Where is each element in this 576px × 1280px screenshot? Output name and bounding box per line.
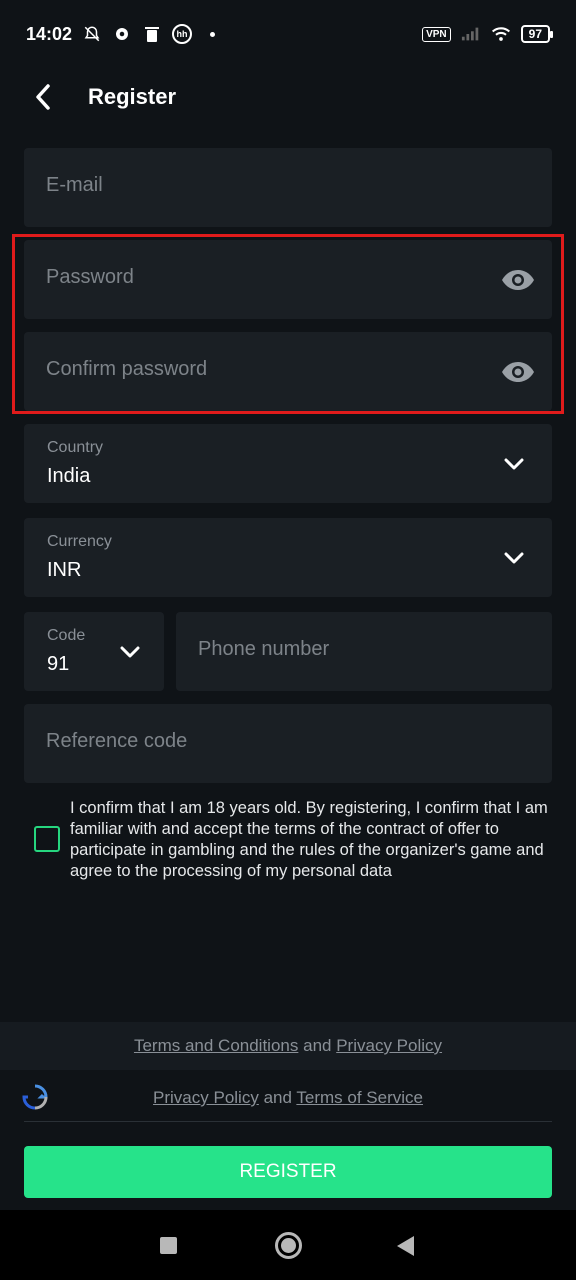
recents-button[interactable] [160,1237,177,1254]
reference-code-field[interactable]: Reference code [24,704,552,783]
back-button[interactable] [26,80,60,114]
show-password-button[interactable] [500,264,536,296]
chevron-down-icon [502,452,526,476]
age-consent-text: I confirm that I am 18 years old. By reg… [70,799,548,880]
age-consent-checkbox[interactable] [34,826,60,852]
password-field[interactable]: Password [24,240,552,319]
privacy-link[interactable]: Privacy Policy [336,1036,442,1055]
code-value: 91 [47,653,70,675]
register-button[interactable]: REGISTER [24,1146,552,1198]
terms-link[interactable]: Terms and Conditions [134,1036,298,1055]
country-select[interactable]: Country India [24,424,552,503]
eye-icon [502,270,534,290]
password-placeholder: Password [46,266,134,288]
currency-value: INR [47,559,82,581]
vpn-icon: VPN [422,26,451,42]
eye-icon [502,362,534,382]
recaptcha-footer: Privacy Policy and Terms of Service [0,1074,576,1122]
notification-dot-icon [210,31,216,37]
system-nav-bar [0,1210,576,1280]
currency-label: Currency [47,533,112,550]
phone-placeholder: Phone number [198,638,330,660]
gear-badge-icon [112,24,132,44]
app-header: Register [0,68,576,126]
status-bar: 14:02 hh VPN 97 [0,0,576,68]
email-placeholder: E-mail [46,174,103,196]
page-title: Register [88,84,177,109]
code-label: Code [47,627,86,644]
and-text: and [303,1036,332,1055]
muted-bell-icon [82,24,102,44]
show-confirm-password-button[interactable] [500,356,536,388]
confirm-password-placeholder: Confirm password [46,358,208,380]
hh-icon: hh [172,24,193,44]
email-field[interactable]: E-mail [24,148,552,227]
and-text: and [263,1088,292,1107]
chevron-down-icon [502,546,526,570]
currency-select[interactable]: Currency INR [24,518,552,597]
reference-placeholder: Reference code [46,730,188,752]
status-time: 14:02 [26,23,73,44]
system-back-button[interactable] [397,1236,414,1256]
back-arrow-icon [36,84,50,110]
wifi-icon [491,24,511,44]
country-label: Country [47,439,104,456]
country-value: India [47,465,91,487]
battery-icon: 97 [520,25,554,43]
home-button[interactable] [275,1232,302,1259]
footer-divider [24,1121,552,1122]
recaptcha-privacy-link[interactable]: Privacy Policy [153,1088,259,1107]
chevron-down-icon [118,640,142,664]
phone-code-select[interactable]: Code 91 [24,612,164,691]
trash-icon [142,24,162,44]
confirm-password-field[interactable]: Confirm password [24,332,552,411]
terms-footer: Terms and Conditions and Privacy Policy [0,1022,576,1070]
signal-icon [461,24,481,44]
phone-number-field[interactable]: Phone number [176,612,552,691]
terms-of-service-link[interactable]: Terms of Service [296,1088,423,1107]
